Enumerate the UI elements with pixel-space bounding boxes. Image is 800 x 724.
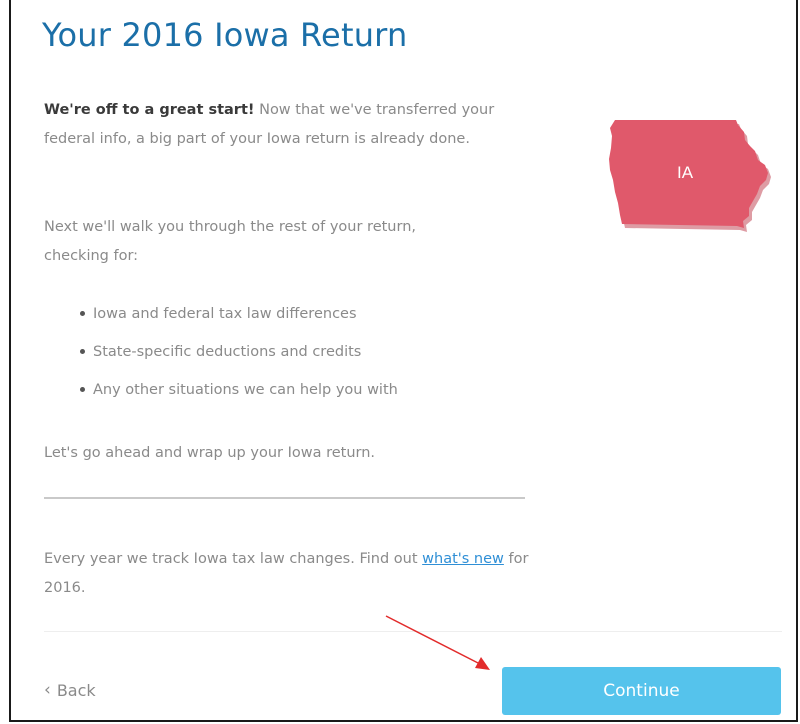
- bullet-dot-icon: [80, 310, 85, 316]
- intro-paragraph: We're off to a great start! Now that we'…: [44, 96, 524, 154]
- list-item: Iowa and federal tax law differences: [80, 300, 398, 338]
- state-abbreviation: IA: [677, 163, 694, 182]
- checklist: Iowa and federal tax law differences Sta…: [80, 300, 398, 414]
- chevron-left-icon: ‹: [44, 680, 51, 700]
- tax-law-note: Every year we track Iowa tax law changes…: [44, 545, 574, 603]
- list-item-label: Any other situations we can help you wit…: [93, 382, 398, 398]
- red-arrow-annotation: [385, 615, 490, 670]
- list-item: State-specific deductions and credits: [80, 338, 398, 376]
- section-divider: [44, 497, 525, 499]
- page-title: Your 2016 Iowa Return: [42, 16, 408, 54]
- back-button[interactable]: ‹ Back: [44, 681, 96, 700]
- list-item-label: Iowa and federal tax law differences: [93, 306, 357, 322]
- tax-law-note-prefix: Every year we track Iowa tax law changes…: [44, 551, 423, 567]
- wrap-paragraph: Let's go ahead and wrap up your Iowa ret…: [44, 445, 376, 461]
- list-item-label: State-specific deductions and credits: [93, 344, 362, 360]
- whats-new-link[interactable]: what's new: [422, 551, 504, 567]
- iowa-map-icon: IA: [609, 120, 771, 232]
- intro-strong: We're off to a great start!: [44, 102, 255, 118]
- bullet-dot-icon: [80, 386, 85, 392]
- back-label: Back: [56, 681, 96, 700]
- list-item: Any other situations we can help you wit…: [80, 376, 398, 414]
- bullet-dot-icon: [80, 348, 85, 354]
- next-paragraph: Next we'll walk you through the rest of …: [44, 219, 416, 264]
- continue-button[interactable]: Continue: [502, 667, 781, 715]
